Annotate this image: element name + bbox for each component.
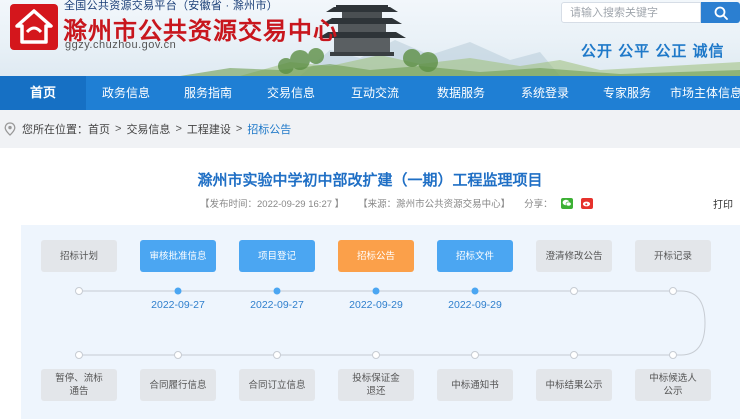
- process-timeline: 招标计划 审核批准信息 项目登记 招标公告 招标文件 澄清修改公告 开标记录 2…: [21, 225, 740, 419]
- nav-item-interaction[interactable]: 互动交流: [332, 76, 418, 110]
- search-button[interactable]: [701, 2, 740, 23]
- stage-suspension-notice[interactable]: 暂停、流标 通告: [41, 369, 117, 401]
- nav-item-system-login[interactable]: 系统登录: [504, 76, 586, 110]
- header-slogan: 公开 公平 公正 诚信: [581, 43, 725, 60]
- location-pin-icon: [4, 122, 16, 136]
- nav-item-government-info[interactable]: 政务信息: [86, 76, 166, 110]
- breadcrumb-prefix: 您所在位置：: [22, 124, 88, 136]
- stage-bid-announcement[interactable]: 招标公告: [338, 240, 414, 272]
- wechat-share-icon[interactable]: [560, 197, 573, 209]
- stage-candidate-publicity[interactable]: 中标候选人 公示: [635, 369, 711, 401]
- stage-deposit-refund[interactable]: 投标保证金 退还: [338, 369, 414, 401]
- breadcrumb-trade-info[interactable]: 交易信息: [126, 121, 170, 137]
- stage-award-result[interactable]: 中标结果公示: [536, 369, 612, 401]
- breadcrumb-separator: >: [175, 123, 182, 135]
- nav-item-service-guide[interactable]: 服务指南: [166, 76, 250, 110]
- breadcrumb-separator: >: [115, 123, 122, 135]
- stage-bid-opening-record[interactable]: 开标记录: [635, 240, 711, 272]
- stage-award-notice[interactable]: 中标通知书: [437, 369, 513, 401]
- nav-item-home[interactable]: 首页: [0, 76, 86, 110]
- article-source: 【来源：滁州市公共资源交易中心】: [358, 199, 511, 210]
- stage-date: 2022-09-27: [151, 299, 205, 311]
- site-header: 全国公共资源交易平台（安徽省 · 滁州市） 滁州市公共资源交易中心 ggzy.c…: [0, 0, 740, 76]
- site-logo-icon: [10, 4, 58, 50]
- nav-item-market-entity-info[interactable]: 市场主体信息: [668, 76, 740, 110]
- main-nav: 首页 政务信息 服务指南 交易信息 互动交流 数据服务 系统登录 专家服务 市场…: [0, 76, 740, 110]
- weibo-share-icon[interactable]: [580, 197, 593, 209]
- publish-time: 【发布时间：2022-09-29 16:27 】: [200, 199, 345, 210]
- stage-date: 2022-09-29: [349, 299, 403, 311]
- stage-date: 2022-09-27: [250, 299, 304, 311]
- site-domain: ggzy.chuzhou.gov.cn: [65, 39, 177, 51]
- article-title: 滁州市实验中学初中部改扩建（一期）工程监理项目: [197, 172, 543, 189]
- stage-clarification-notice[interactable]: 澄清修改公告: [536, 240, 612, 272]
- stage-contract-performance[interactable]: 合同履行信息: [140, 369, 216, 401]
- search-input[interactable]: [562, 3, 700, 23]
- stage-bid-plan[interactable]: 招标计划: [41, 240, 117, 272]
- breadcrumb-engineering[interactable]: 工程建设: [187, 121, 231, 137]
- nav-item-trade-info[interactable]: 交易信息: [250, 76, 332, 110]
- stage-project-registration[interactable]: 项目登记: [239, 240, 315, 272]
- breadcrumb-separator: >: [235, 123, 243, 135]
- breadcrumb: 您所在位置： 首页 > 交易信息 > 工程建设 > 招标公告: [4, 121, 291, 137]
- stage-contract-signing[interactable]: 合同订立信息: [239, 369, 315, 401]
- search-box: [561, 2, 701, 23]
- nav-item-data-service[interactable]: 数据服务: [418, 76, 504, 110]
- breadcrumb-home[interactable]: 首页: [88, 121, 110, 137]
- stage-date: 2022-09-29: [448, 299, 502, 311]
- article-meta: 【发布时间：2022-09-29 16:27 】 【来源：滁州市公共资源交易中心…: [200, 196, 593, 210]
- nav-item-expert-service[interactable]: 专家服务: [586, 76, 668, 110]
- breadcrumb-bar: 您所在位置： 首页 > 交易信息 > 工程建设 > 招标公告: [0, 110, 740, 148]
- stage-approval-info[interactable]: 审核批准信息: [140, 240, 216, 272]
- breadcrumb-current[interactable]: 招标公告: [247, 121, 291, 137]
- print-button[interactable]: 打印: [713, 196, 733, 211]
- search-icon: [714, 6, 728, 20]
- share-label: 分享：: [524, 199, 553, 210]
- stage-bid-documents[interactable]: 招标文件: [437, 240, 513, 272]
